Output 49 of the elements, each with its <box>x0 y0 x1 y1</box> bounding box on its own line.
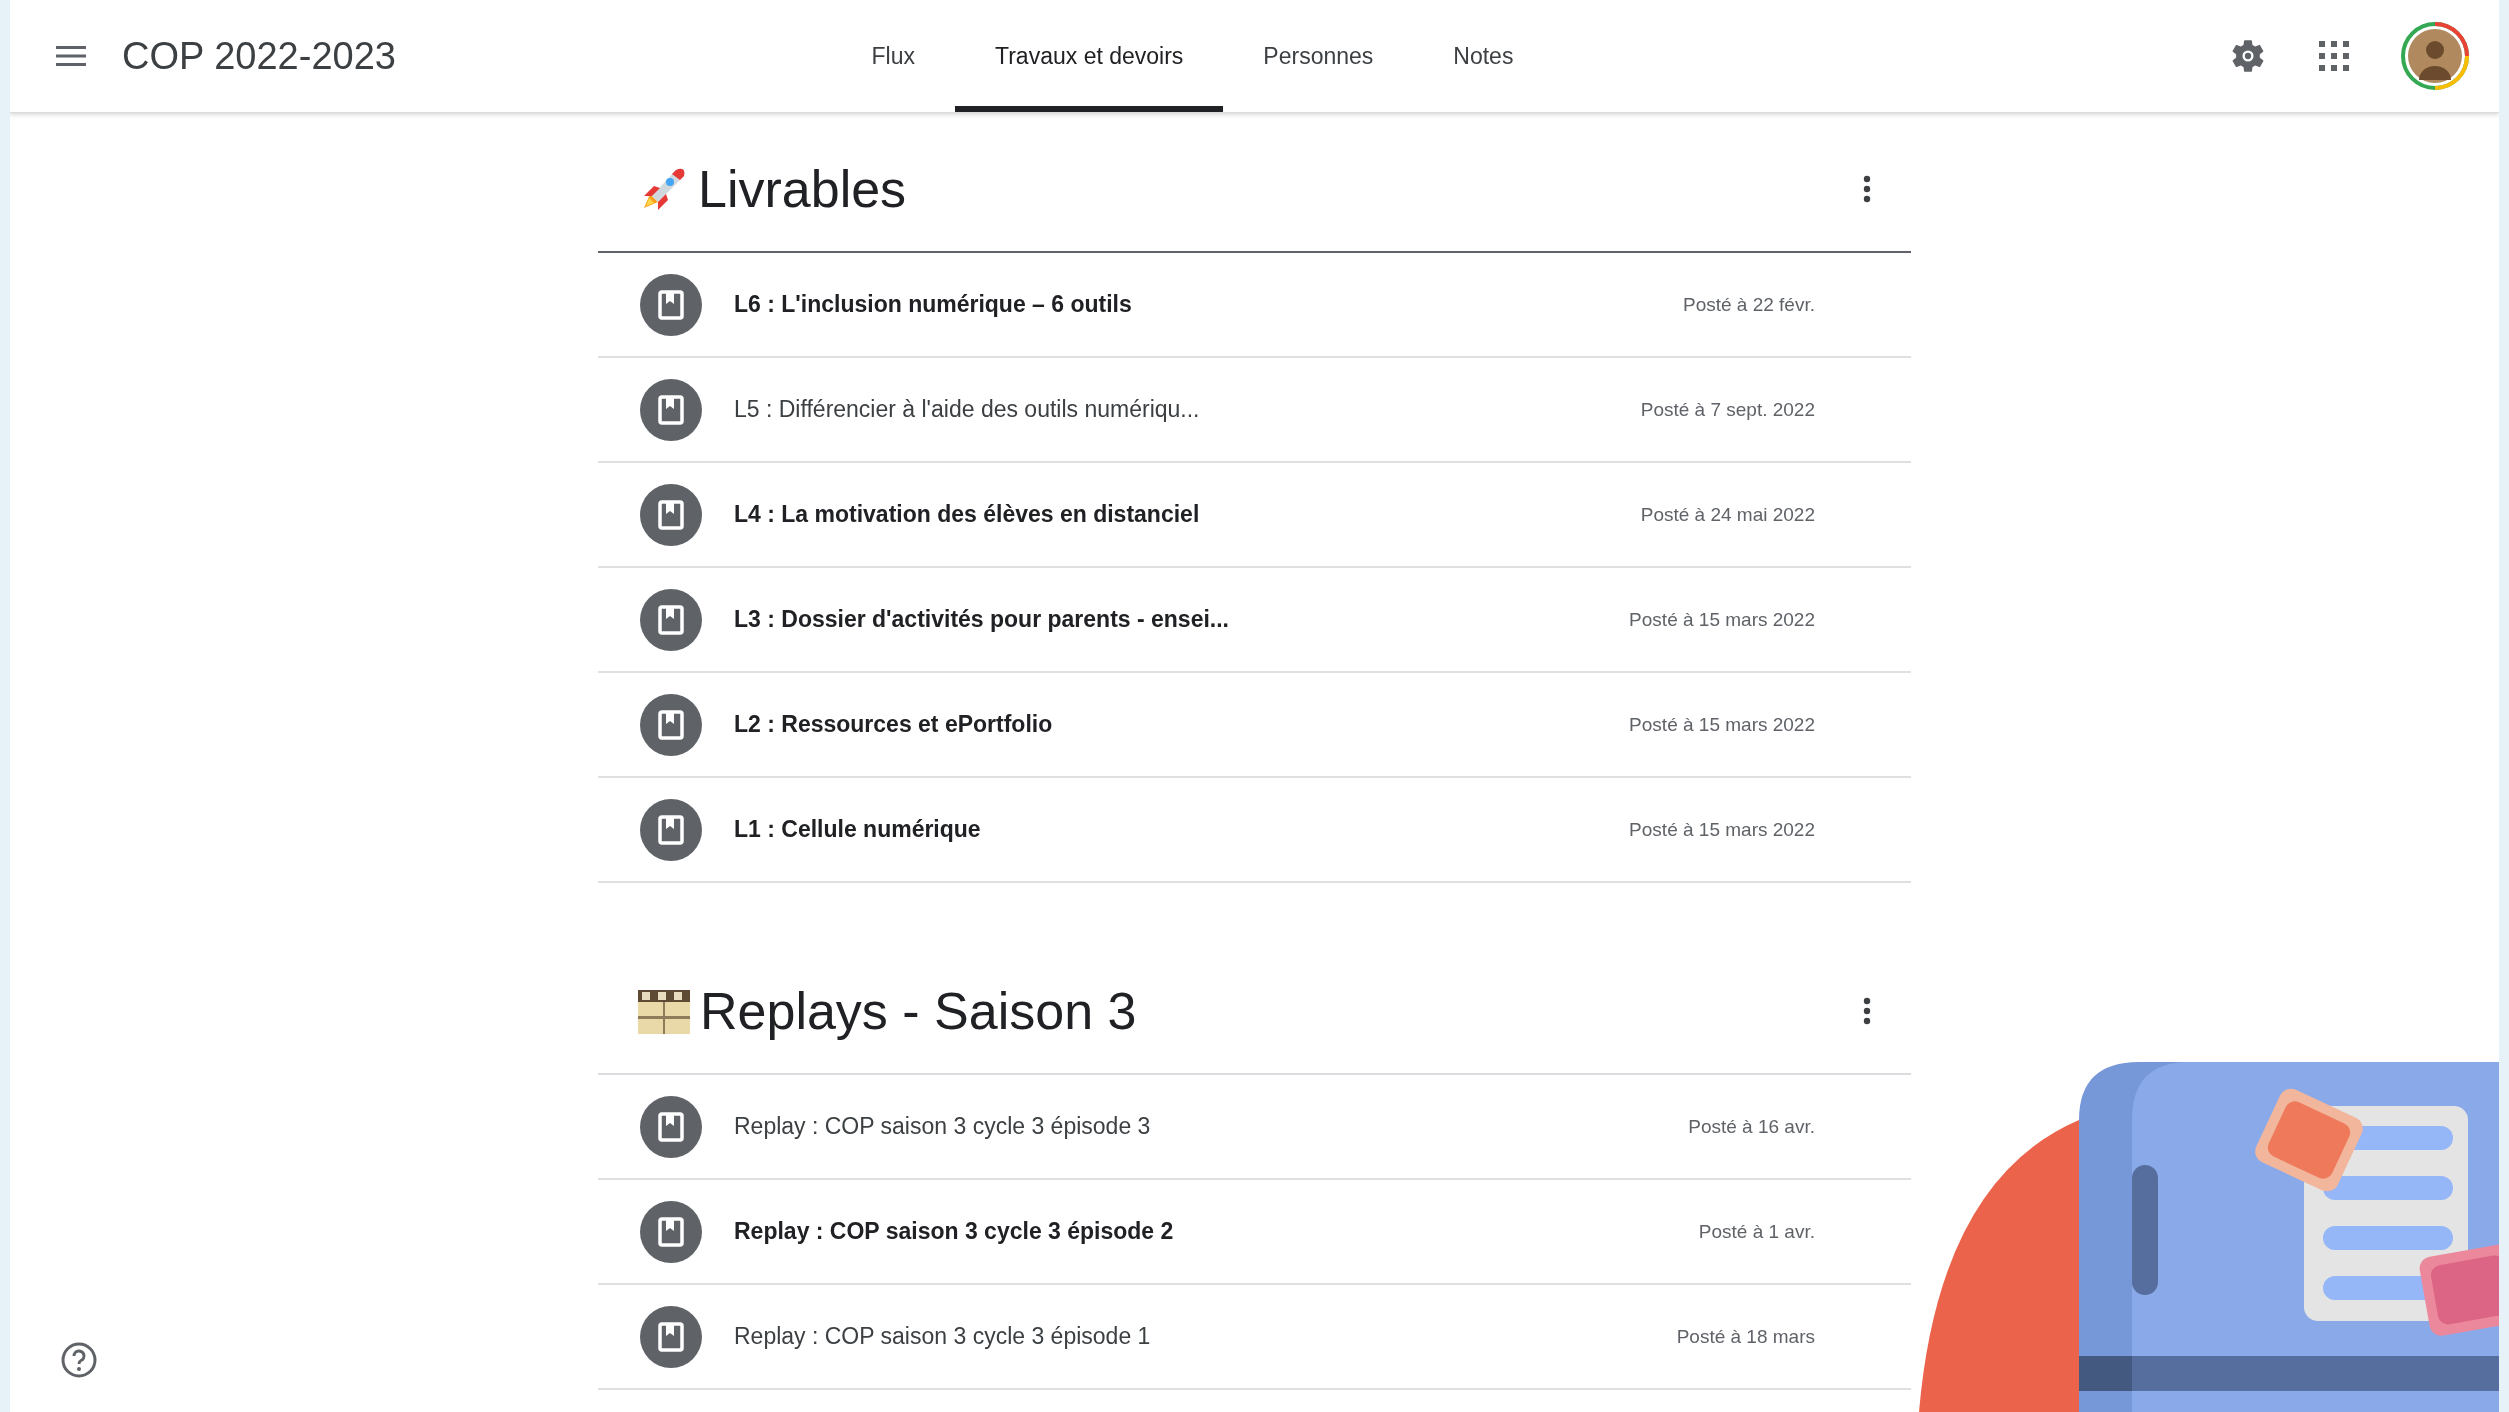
assignment-item[interactable]: Replay : COP saison 3 cycle 3 épisode 3 Posté à 16 avr. <box>598 1075 1911 1180</box>
posted-date: Posté à 24 mai 2022 <box>1640 503 1815 526</box>
section-title: Replays - Saison 3 <box>700 981 1137 1041</box>
assignment-icon <box>640 1305 702 1368</box>
more-options-icon[interactable] <box>1863 997 1871 1025</box>
menu-icon[interactable] <box>56 45 86 67</box>
assignment-title: L6 : L'inclusion numérique – 6 outils <box>734 291 1133 318</box>
posted-date: Posté à 1 avr. <box>1698 1220 1815 1243</box>
assignment-icon <box>640 588 702 651</box>
assignment-icon <box>640 378 702 441</box>
posted-date: Posté à 18 mars <box>1676 1325 1815 1348</box>
assignment-icon <box>640 483 702 546</box>
assignment-icon <box>640 693 702 756</box>
assignment-item[interactable]: Replay : COP saison 3 cycle 3 épisode 1 Posté à 18 mars <box>598 1285 1911 1390</box>
posted-date: Posté à 22 févr. <box>1682 293 1815 316</box>
assignment-item[interactable]: L3 : Dossier d'activités pour parents - ensei... Posté à 15 mars 2022 <box>598 568 1911 673</box>
posted-date: Posté à 15 mars 2022 <box>1629 818 1815 841</box>
help-icon[interactable] <box>60 1341 98 1379</box>
posted-date: Posté à 15 mars 2022 <box>1629 608 1815 631</box>
avatar[interactable] <box>2401 22 2469 90</box>
nav-tab[interactable]: Travaux et devoirs <box>955 0 1224 112</box>
assignment-item[interactable]: L1 : Cellule numérique Posté à 15 mars 2022 <box>598 778 1911 883</box>
posted-date: Posté à 15 mars 2022 <box>1629 713 1815 736</box>
assignment-title: Replay : COP saison 3 cycle 3 épisode 1 <box>734 1323 1152 1350</box>
assignment-item[interactable]: L5 : Différencier à l'aide des outils numériqu... Posté à 7 sept. 2022 <box>598 358 1911 463</box>
assignment-title: L3 : Dossier d'activités pour parents - ensei... <box>734 606 1230 633</box>
assignment-title: L4 : La motivation des élèves en distanciel <box>734 501 1201 528</box>
assignment-item[interactable]: L2 : Ressources et ePortfolio Posté à 15 mars 2022 <box>598 673 1911 778</box>
assignment-title: L2 : Ressources et ePortfolio <box>734 711 1054 738</box>
assignment-item[interactable]: L6 : L'inclusion numérique – 6 outils Posté à 22 févr. <box>598 253 1911 358</box>
posted-date: Posté à 7 sept. 2022 <box>1640 398 1815 421</box>
apps-grid-icon[interactable] <box>2319 41 2349 71</box>
assignment-title: L5 : Différencier à l'aide des outils numériqu... <box>734 396 1201 423</box>
assignment-icon <box>640 1200 702 1263</box>
assignment-item[interactable]: L4 : La motivation des élèves en distanciel Posté à 24 mai 2022 <box>598 463 1911 568</box>
nav-tab[interactable]: Personnes <box>1223 0 1414 112</box>
assignment-item[interactable]: Replay : COP saison 3 cycle 3 épisode 2 Posté à 1 avr. <box>598 1180 1911 1285</box>
assignment-icon <box>640 1095 702 1158</box>
assignment-icon <box>640 273 702 336</box>
nav-tab[interactable]: Notes <box>1413 0 1554 112</box>
posted-date: Posté à 16 avr. <box>1688 1115 1815 1138</box>
nav-tab[interactable]: Flux <box>831 0 955 112</box>
assignment-title: Replay : COP saison 3 cycle 3 épisode 2 <box>734 1218 1175 1245</box>
assignment-title: L1 : Cellule numérique <box>734 816 982 843</box>
more-options-icon[interactable] <box>1863 175 1871 203</box>
class-title: COP 2022-2023 <box>122 34 396 78</box>
assignment-icon <box>640 798 702 861</box>
section-title: Livrables <box>698 159 907 219</box>
assignment-title: Replay : COP saison 3 cycle 3 épisode 3 <box>734 1113 1152 1140</box>
